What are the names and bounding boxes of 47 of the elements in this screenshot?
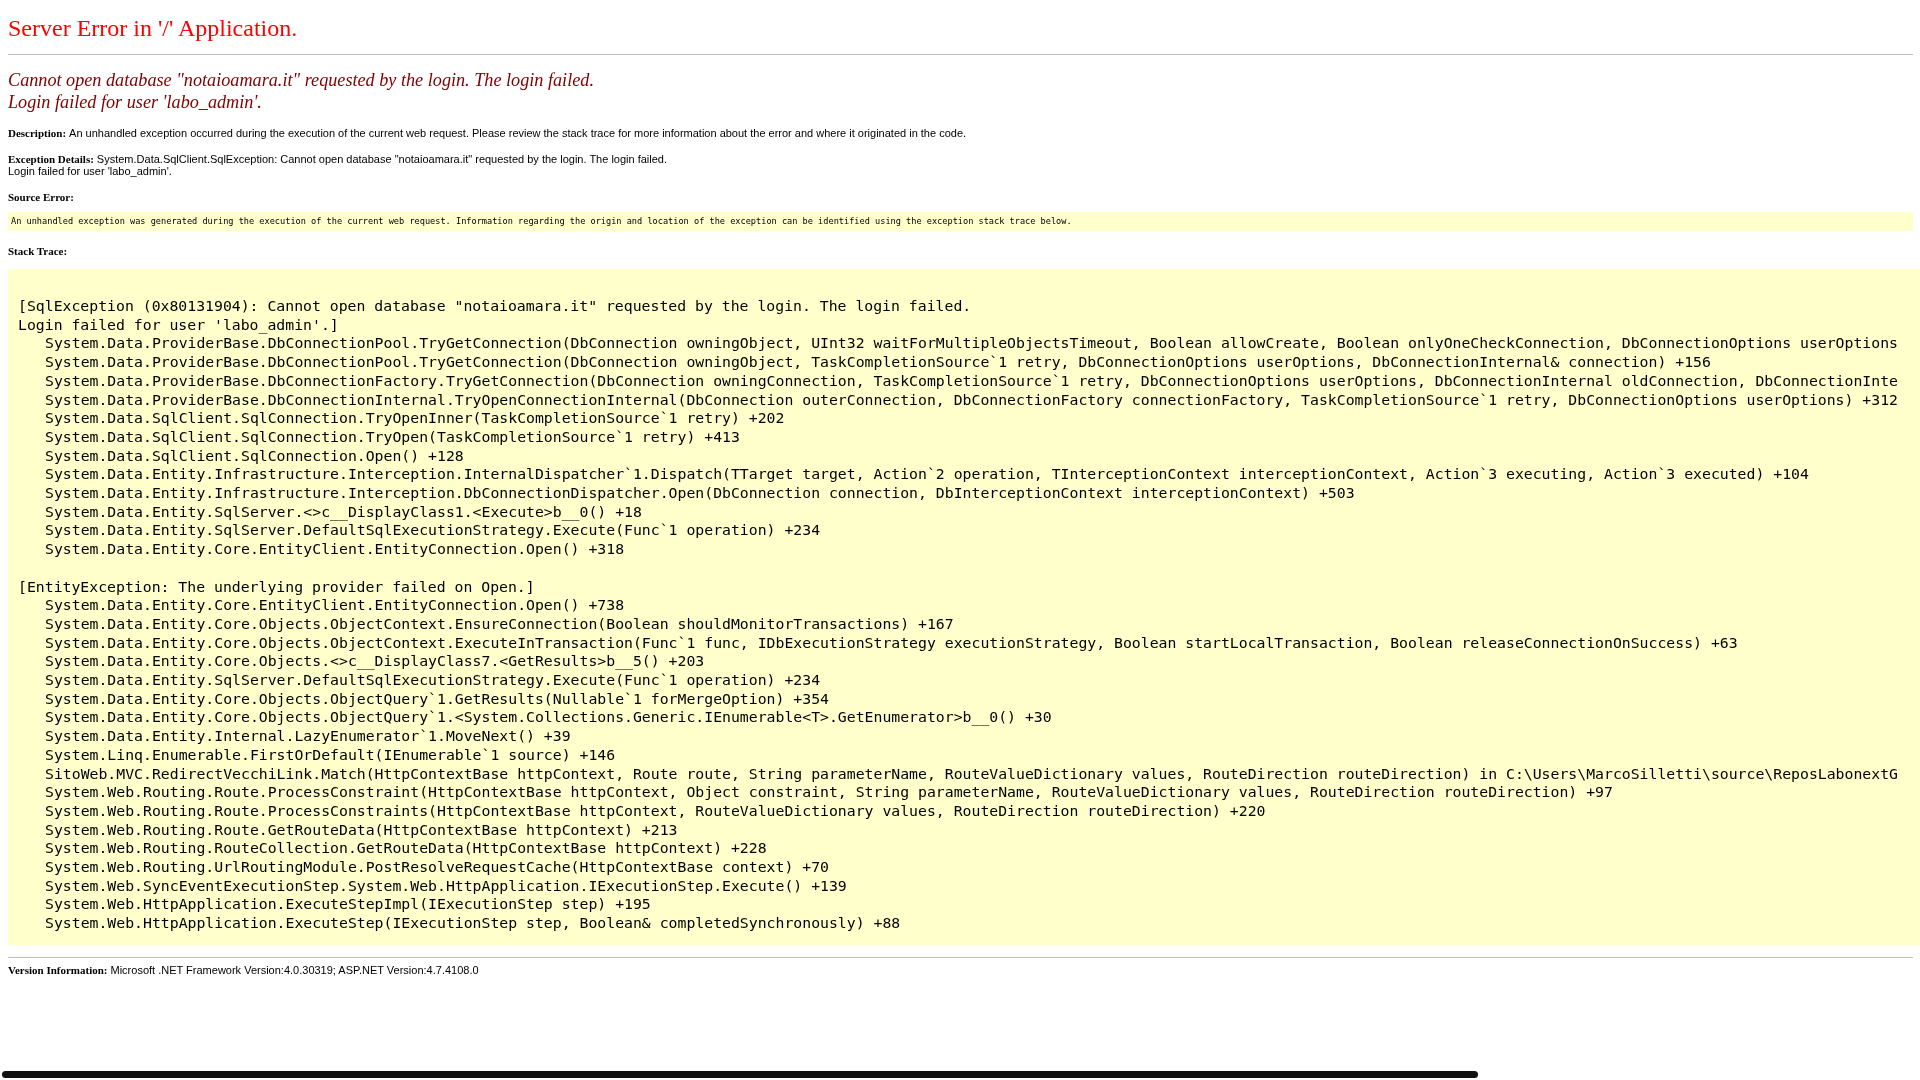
stack-frame: System.Data.Entity.Core.Objects.<>c__DisplayClass7.<GetResults>b__5() +203	[18, 652, 705, 672]
error-message: Login failed for user 'labo_admin'.	[8, 91, 262, 113]
exception-header: [SqlException (0x80131904): Cannot open database "notaioamara.it" requested by the login. The login failed.	[18, 297, 972, 316]
exception-details-text: Login failed for user 'labo_admin'.	[8, 165, 172, 177]
stack-frame: System.Data.Entity.Core.Objects.ObjectContext.ExecuteInTransaction(Func`1 func, IDbExecutionStrategy executionStrategy, Boolean startLocalTransaction, Boolean releaseConnectionOnSuccess) +63	[18, 633, 1738, 653]
stack-frame: System.Data.Entity.Core.EntityClient.EntityConnection.Open() +738	[18, 596, 625, 615]
section-label: Description:	[8, 127, 67, 139]
stack-frame: System.Data.Entity.SqlServer.DefaultSqlExecutionStrategy.Execute(Func`1 operation) +234	[18, 671, 821, 690]
stack-frame: System.Data.Entity.Infrastructure.Interception.DbConnectionDispatcher.Open(DbConnection connection, DbInterceptionContext interceptionContext) +503	[18, 484, 1355, 503]
section-label: Source Error:	[8, 191, 74, 203]
stack-frame: System.Linq.Enumerable.FirstOrDefault(IEnumerable`1 source) +146	[18, 745, 616, 765]
stack-frame: System.Web.HttpApplication.ExecuteStepImpl(IExecutionStep step) +195	[18, 895, 651, 915]
stack-frame: System.Data.ProviderBase.DbConnectionPool.TryGetConnection(DbConnection owningObject, TaskCompletionSource`1 retry, DbConnectionOptions userOptions, DbConnectionInternal& connection) +156	[18, 353, 1711, 372]
section-label: Exception Details:	[8, 153, 94, 165]
scrollbar-thumb[interactable]	[2, 1071, 1478, 1078]
exception-header: Login failed for user 'labo_admin'.]	[18, 315, 339, 335]
stack-frame: System.Web.Routing.RouteCollection.GetRouteData(HttpContextBase httpContext) +228	[18, 839, 767, 859]
page-title: Server Error in '/' Application.	[8, 14, 298, 42]
exception-details-text: System.Data.SqlClient.SqlException: Cannot open database "notaioamara.it" requested by the login. The login failed.	[96, 153, 668, 165]
source-error-text: An unhandled exception was generated during the execution of the current web request. Information regarding the origin and location of the exception can be identified using the exception stack trace below.	[8, 212, 1913, 231]
stack-frame: System.Web.Routing.UrlRoutingModule.PostResolveRequestCache(HttpContextBase context) +70	[18, 858, 829, 877]
stack-frame: System.Web.Routing.Route.ProcessConstraints(HttpContextBase httpContext, RouteValueDictionary values, RouteDirection routeDirection) +220	[18, 801, 1266, 821]
stack-frame: System.Data.Entity.Core.Objects.ObjectQuery`1.GetResults(Nullable`1 forMergeOption) +354	[18, 689, 829, 709]
section-label: Stack Trace:	[8, 245, 68, 257]
stack-frame: System.Data.Entity.Core.Objects.ObjectQuery`1.<System.Collections.Generic.IEnumerable<T>.GetEnumerator>b__0() +30	[18, 708, 1052, 728]
error-message: Cannot open database "notaioamara.it" requested by the login. The login failed.	[8, 69, 594, 91]
stack-frame: System.Data.SqlClient.SqlConnection.TryOpenInner(TaskCompletionSource`1 retry) +202	[18, 409, 785, 428]
section-label: Version Information:	[8, 963, 108, 976]
stack-frame: System.Data.Entity.Infrastructure.Interception.InternalDispatcher`1.Dispatch(TTarget target, Action`2 operation, TInterceptionContext interceptionContext, Action`3 executing, Action`3 executed) +104	[18, 465, 1809, 485]
stack-frame: System.Data.SqlClient.SqlConnection.Open() +128	[18, 446, 464, 466]
stack-frame: System.Web.Routing.Route.ProcessConstraint(HttpContextBase httpContext, Object constraint, String parameterName, RouteValueDictionary values, RouteDirection routeDirection) +97	[18, 783, 1613, 802]
stack-frame: System.Web.Routing.Route.GetRouteData(HttpContextBase httpContext) +213	[18, 820, 678, 840]
stack-frame: System.Data.ProviderBase.DbConnectionPool.TryGetConnection(DbConnection owningObject, UInt32 waitForMultipleObjectsTimeout, Boolean allowCreate, Boolean onlyOneCheckConnection, DbConnectionOptions userOptions	[18, 334, 1898, 354]
stack-frame: System.Data.ProviderBase.DbConnectionInternal.TryOpenConnectionInternal(DbConnection outerConnection, DbConnectionFactory connectionFactory, TaskCompletionSource`1 retry, DbConnectionOptions userOptions) +312	[18, 390, 1898, 410]
stack-frame: System.Data.Entity.Core.Objects.ObjectContext.EnsureConnection(Boolean shouldMonitorTransactions) +167	[18, 614, 954, 634]
stack-frame: System.Web.SyncEventExecutionStep.System.Web.HttpApplication.IExecutionStep.Execute() +139	[18, 876, 847, 896]
stack-frame: System.Data.Entity.Core.EntityClient.EntityConnection.Open() +318	[18, 540, 625, 559]
stack-frame: System.Data.ProviderBase.DbConnectionFactory.TryGetConnection(DbConnection owningConnection, TaskCompletionSource`1 retry, DbConnectionOptions userOptions, DbConnectionInternal oldConnection, DbConnectionInte	[18, 371, 1898, 391]
stack-frame: System.Data.Entity.SqlServer.DefaultSqlExecutionStrategy.Execute(Func`1 operation) +234	[18, 521, 821, 541]
exception-header: [EntityException: The underlying provider failed on Open.]	[18, 577, 535, 597]
description-text: An unhandled exception occurred during the execution of the current web request. Please review the stack trace for more information about the error and where it originated in the code.	[69, 127, 967, 139]
stack-frame: System.Data.Entity.Internal.LazyEnumerator`1.MoveNext() +39	[18, 727, 571, 746]
version-text: Microsoft .NET Framework Version:4.0.30319; ASP.NET Version:4.7.4108.0	[110, 963, 479, 976]
stack-frame: SitoWeb.MVC.RedirectVecchiLink.Match(HttpContextBase httpContext, Route route, String parameterName, RouteValueDictionary values, RouteDirection routeDirection) in C:\Users\MarcoSilletti\source\ReposLabonextG	[18, 764, 1898, 784]
stack-frame: System.Data.SqlClient.SqlConnection.TryOpen(TaskCompletionSource`1 retry) +413	[18, 427, 740, 447]
stack-frame: System.Data.Entity.SqlServer.<>c__DisplayClass1.<Execute>b__0() +18	[18, 502, 642, 522]
stack-frame: System.Web.HttpApplication.ExecuteStep(IExecutionStep step, Boolean& completedSynchronously) +88	[18, 914, 901, 933]
